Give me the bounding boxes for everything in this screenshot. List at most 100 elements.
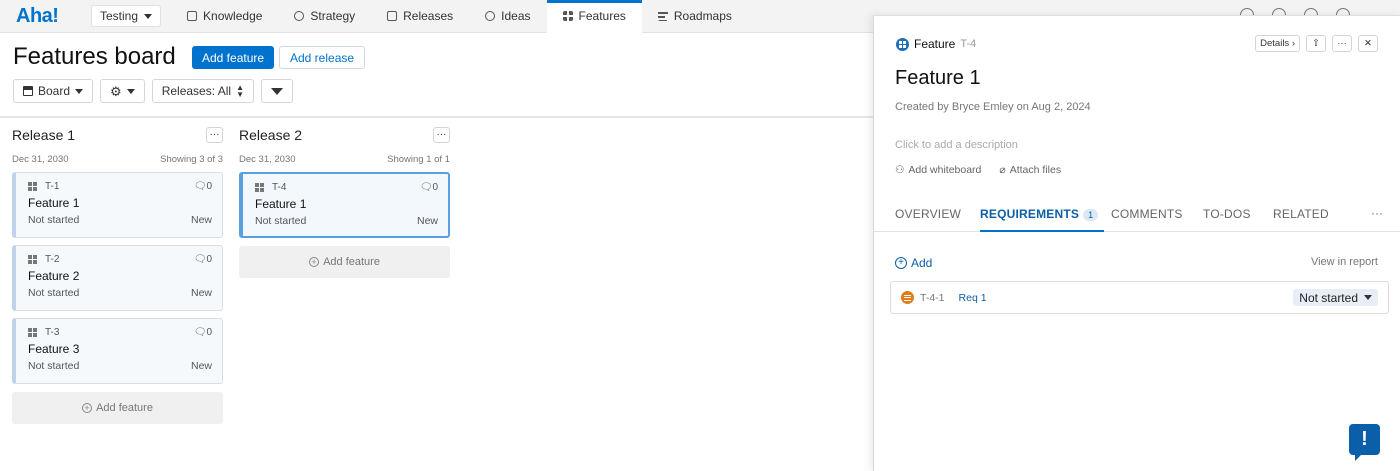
attach-files-label: Attach files <box>1009 164 1062 176</box>
feature-icon <box>255 183 264 192</box>
feature-name: Feature 2 <box>28 269 80 283</box>
release-date: Dec 31, 2030 <box>239 154 296 165</box>
nav-tab-ideas[interactable]: Ideas <box>469 0 546 33</box>
board-icon <box>23 86 33 96</box>
share-icon[interactable]: ⇧ <box>1306 35 1326 52</box>
created-by: Created by Bryce Emley on Aug 2, 2024 <box>895 101 1091 113</box>
plus-icon: + <box>309 257 320 267</box>
add-feature-button[interactable]: Add feature <box>192 46 275 69</box>
feature-key: T-4 <box>272 182 287 193</box>
chevron-down-icon <box>126 88 135 94</box>
releases-filter-label: Releases: All <box>161 84 232 98</box>
aha-logo[interactable]: Aha! <box>16 5 74 28</box>
requirement-row[interactable]: T-4-1 Req 1 Not started <box>890 281 1389 314</box>
plus-icon: + <box>82 403 93 413</box>
add-requirement-button[interactable]: + Add <box>895 256 932 270</box>
comments-count: 🗨0 <box>193 254 212 265</box>
view-label: Board <box>38 84 71 98</box>
whiteboard-icon: ⚇ <box>895 164 905 176</box>
gear-icon: ⚙ <box>110 83 122 99</box>
add-label: Add <box>911 256 933 270</box>
feature-status: Not started <box>28 360 80 372</box>
feature-icon <box>28 328 37 337</box>
add-whiteboard-link[interactable]: ⚇ Add whiteboard <box>895 164 981 176</box>
requirement-status: Not started <box>1299 290 1358 305</box>
more-icon[interactable]: ··· <box>206 127 223 143</box>
settings-button[interactable]: ⚙ <box>100 79 145 103</box>
tab-requirements[interactable]: REQUIREMENTS 1 <box>980 207 1105 232</box>
more-icon[interactable]: ··· <box>1332 35 1352 52</box>
filter-icon <box>270 87 283 95</box>
nav-tab-strategy[interactable]: Strategy <box>278 0 371 33</box>
detail-tabs: OVERVIEW REQUIREMENTS 1 COMMENTS TO-DOS R… <box>874 194 1400 232</box>
paperclip-icon: ⌀ <box>999 164 1006 176</box>
add-feature-card-button[interactable]: + Add feature <box>12 392 223 424</box>
workspace-selector[interactable]: Testing <box>91 5 162 27</box>
feature-name: Feature 1 <box>28 196 80 210</box>
feature-card[interactable]: T-2 🗨0 Feature 2 Not started New <box>12 245 223 311</box>
chevron-down-icon <box>75 88 84 94</box>
feature-label: New <box>416 215 438 227</box>
feature-icon <box>28 255 37 264</box>
workspace-name: Testing <box>100 9 139 23</box>
lightbulb-icon <box>485 11 496 21</box>
knowledge-icon <box>187 11 198 21</box>
nav-tab-roadmaps[interactable]: Roadmaps <box>642 0 748 33</box>
plus-circle-icon: + <box>895 257 907 269</box>
release-date: Dec 31, 2030 <box>12 154 69 165</box>
close-icon[interactable]: ✕ <box>1358 35 1378 52</box>
more-icon[interactable]: ··· <box>1371 206 1383 220</box>
tab-comments[interactable]: COMMENTS <box>1111 207 1183 221</box>
add-whiteboard-label: Add whiteboard <box>908 164 982 176</box>
feedback-chat-icon[interactable]: ! <box>1349 424 1380 461</box>
more-icon[interactable]: ··· <box>433 127 450 143</box>
filter-button[interactable] <box>260 79 293 103</box>
view-selector[interactable]: Board <box>13 79 94 103</box>
tab-todos[interactable]: TO-DOS <box>1203 207 1251 221</box>
comments-count: 🗨0 <box>193 327 212 338</box>
feature-card-selected[interactable]: T-4 🗨0 Feature 1 Not started New <box>239 172 450 238</box>
add-release-button[interactable]: Add release <box>279 46 366 69</box>
release-showing: Showing 1 of 1 <box>387 154 450 165</box>
feature-type-icon <box>896 37 909 51</box>
feature-title[interactable]: Feature 1 <box>895 67 981 90</box>
view-in-report-link[interactable]: View in report <box>1311 256 1378 268</box>
requirement-key: T-4-1 <box>920 291 945 304</box>
nav-tab-knowledge[interactable]: Knowledge <box>171 0 278 33</box>
add-feature-card-button[interactable]: + Add feature <box>239 246 450 278</box>
description-field[interactable]: Click to add a description <box>895 139 1018 151</box>
record-type: Feature <box>914 37 956 51</box>
feature-name: Feature 3 <box>28 342 80 356</box>
feature-key: T-3 <box>45 327 60 338</box>
nav-tab-features[interactable]: Features <box>546 0 642 33</box>
board-divider <box>0 116 875 118</box>
requirement-name[interactable]: Req 1 <box>959 292 987 304</box>
release-title[interactable]: Release 2 <box>239 127 302 143</box>
comments-count: 🗨0 <box>193 181 212 192</box>
nav-tab-releases[interactable]: Releases <box>371 0 469 33</box>
details-button[interactable]: Details › <box>1255 35 1300 52</box>
nav-tab-label: Roadmaps <box>673 9 732 23</box>
release-column: Release 2 ··· Dec 31, 2030 Showing 1 of … <box>239 126 450 278</box>
target-icon <box>294 11 305 21</box>
release-title[interactable]: Release 1 <box>12 127 75 143</box>
feature-label: New <box>190 287 212 299</box>
feature-card[interactable]: T-3 🗨0 Feature 3 Not started New <box>12 318 223 384</box>
feature-card[interactable]: T-1 🗨0 Feature 1 Not started New <box>12 172 223 238</box>
feature-status: Not started <box>28 214 80 226</box>
requirement-status-dropdown[interactable]: Not started <box>1293 289 1378 306</box>
attach-files-link[interactable]: ⌀ Attach files <box>999 164 1061 176</box>
nav-tab-label: Strategy <box>310 9 356 23</box>
feature-icon <box>28 182 37 191</box>
comments-count: 🗨0 <box>419 182 438 193</box>
feature-status: Not started <box>255 215 307 227</box>
roadmap-icon <box>657 11 668 21</box>
tab-related[interactable]: RELATED <box>1273 207 1329 221</box>
add-feature-label: Add feature <box>323 256 380 268</box>
feature-key: T-1 <box>45 181 60 192</box>
record-key[interactable]: T-4 <box>960 38 976 50</box>
add-feature-label: Add feature <box>96 402 153 414</box>
tab-overview[interactable]: OVERVIEW <box>895 207 961 221</box>
grid-icon <box>562 11 573 21</box>
releases-filter[interactable]: Releases: All ▲ ▼ <box>151 79 254 103</box>
